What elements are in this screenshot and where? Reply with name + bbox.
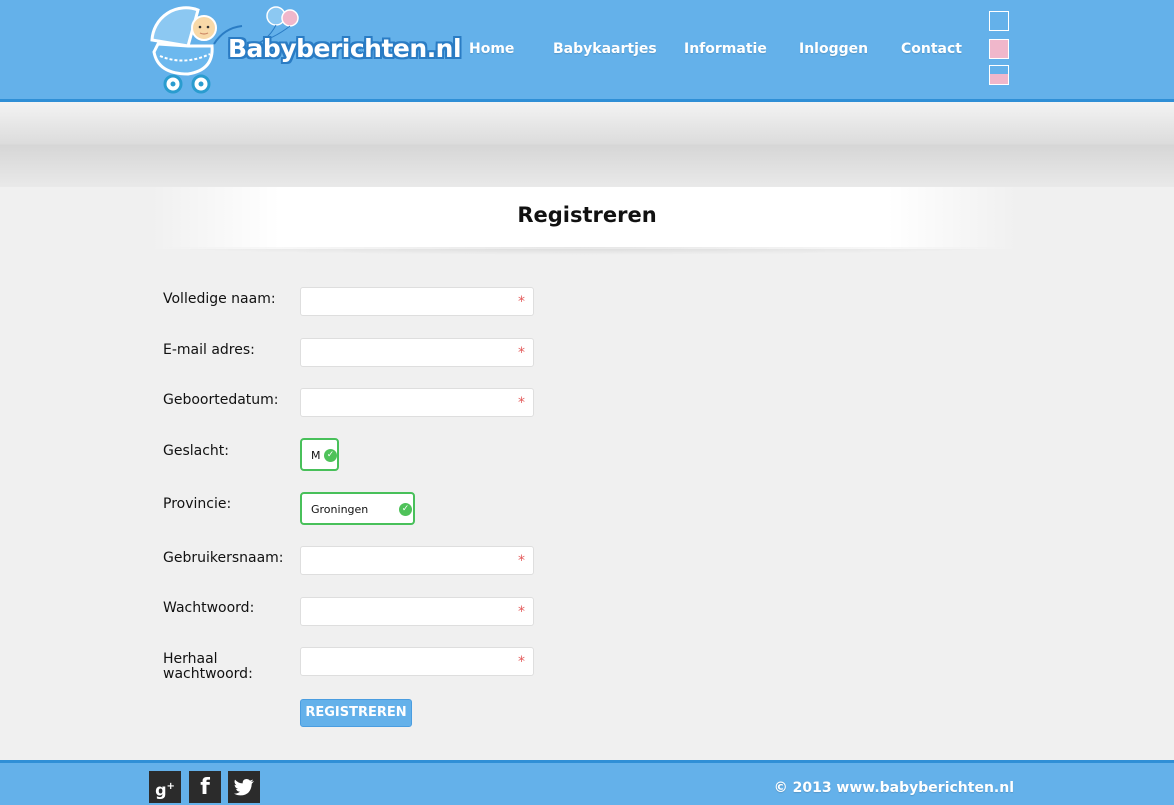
register-button[interactable]: REGISTREREN bbox=[300, 699, 412, 727]
check-icon: ✓ bbox=[324, 449, 337, 462]
gender-select[interactable]: M ✓ bbox=[300, 438, 339, 471]
facebook-icon[interactable]: f bbox=[189, 771, 221, 803]
required-marker: * bbox=[518, 294, 525, 310]
check-icon: ✓ bbox=[399, 503, 412, 516]
repeat-password-label-line2: wachtwoord: bbox=[163, 666, 253, 682]
password-label: Wachtwoord: bbox=[163, 600, 255, 616]
username-input[interactable]: * bbox=[300, 546, 534, 575]
repeat-password-label-line1: Herhaal bbox=[163, 651, 218, 667]
province-value: Groningen bbox=[311, 503, 369, 516]
birthdate-label: Geboortedatum: bbox=[163, 392, 279, 408]
province-select[interactable]: Groningen ✓ bbox=[300, 492, 415, 525]
copyright-text: © 2013 www.babyberichten.nl bbox=[773, 780, 1014, 796]
username-label: Gebruikersnaam: bbox=[163, 550, 284, 566]
page-title: Registreren bbox=[517, 203, 657, 227]
required-marker: * bbox=[518, 395, 525, 411]
required-marker: * bbox=[518, 654, 525, 670]
full-name-label: Volledige naam: bbox=[163, 291, 276, 307]
nav-babykaartjes[interactable]: Babykaartjes bbox=[553, 41, 657, 57]
site-header: Babyberichten.nl Home Babykaartjes Infor… bbox=[0, 0, 1174, 102]
theme-swatch-blue[interactable] bbox=[989, 11, 1009, 31]
province-label: Provincie: bbox=[163, 496, 232, 512]
site-logo[interactable]: Babyberichten.nl bbox=[148, 4, 462, 96]
email-label: E-mail adres: bbox=[163, 342, 255, 358]
gender-label: Geslacht: bbox=[163, 443, 230, 459]
required-marker: * bbox=[518, 604, 525, 620]
nav-inloggen[interactable]: Inloggen bbox=[799, 41, 868, 57]
google-plus-icon[interactable]: g+ bbox=[149, 771, 181, 803]
twitter-bird-icon bbox=[234, 779, 254, 796]
theme-swatch-mixed[interactable] bbox=[989, 65, 1009, 85]
theme-swatch-pink[interactable] bbox=[989, 39, 1009, 59]
title-divider bbox=[150, 247, 1018, 255]
repeat-password-label: Herhaal wachtwoord: bbox=[163, 652, 253, 682]
logo-text: Babyberichten.nl bbox=[228, 34, 462, 63]
password-input[interactable]: * bbox=[300, 597, 534, 626]
nav-informatie[interactable]: Informatie bbox=[684, 41, 767, 57]
site-footer: g+ f © 2013 www.babyberichten.nl bbox=[0, 760, 1174, 805]
nav-contact[interactable]: Contact bbox=[901, 41, 962, 57]
repeat-password-input[interactable]: * bbox=[300, 647, 534, 676]
header-band bbox=[0, 102, 1174, 187]
required-marker: * bbox=[518, 345, 525, 361]
gender-value: M bbox=[311, 449, 321, 462]
twitter-icon[interactable] bbox=[228, 771, 260, 803]
nav-home[interactable]: Home bbox=[469, 41, 514, 57]
email-input[interactable]: * bbox=[300, 338, 534, 367]
required-marker: * bbox=[518, 553, 525, 569]
birthdate-input[interactable]: * bbox=[300, 388, 534, 417]
full-name-input[interactable]: * bbox=[300, 287, 534, 316]
